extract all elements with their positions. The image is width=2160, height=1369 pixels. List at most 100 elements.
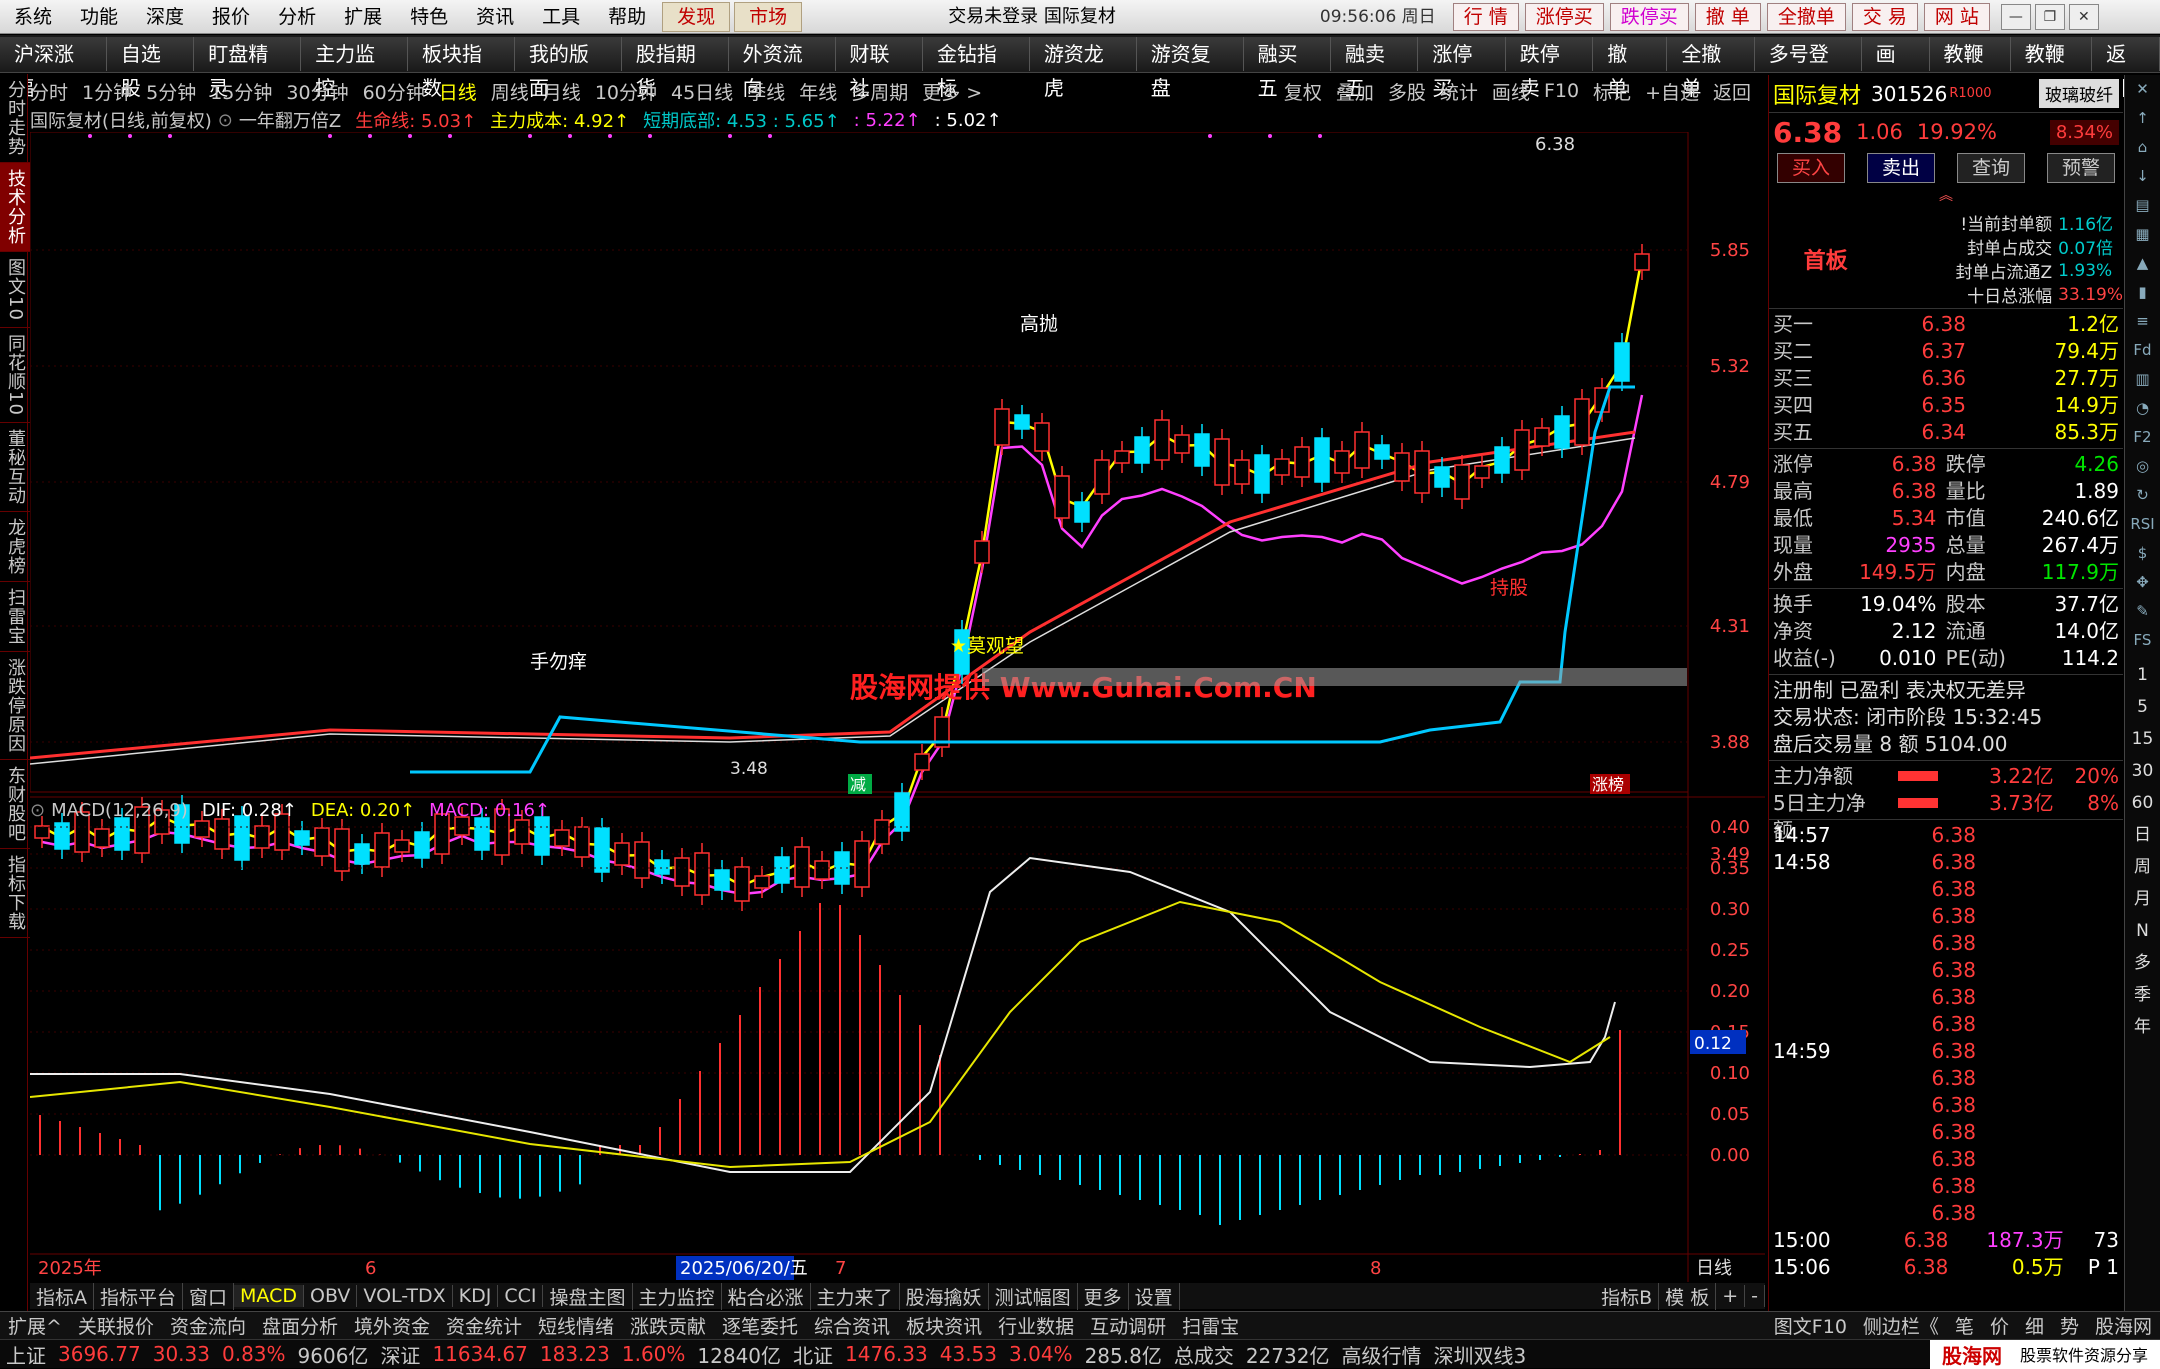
period-shortcut[interactable]: 5 — [2125, 693, 2160, 725]
minimize-icon[interactable]: — — [2000, 3, 2031, 30]
toolbar-button[interactable]: 金钻指标 — [922, 36, 1030, 100]
period-tab[interactable]: 45日线 — [671, 78, 733, 105]
chart-tool[interactable]: 复权 — [1284, 78, 1322, 105]
down-icon[interactable]: ↓ — [2125, 162, 2160, 191]
indicator-tab[interactable]: KDJ — [453, 1285, 499, 1307]
menu-item[interactable]: 深度 — [132, 0, 198, 34]
function-tab[interactable]: 资金流向 — [162, 1312, 254, 1339]
indicator-tab[interactable]: 主力监控 — [633, 1282, 722, 1310]
left-tab[interactable]: 龙虎榜 — [0, 512, 30, 582]
menu-item[interactable]: 系统 — [0, 0, 66, 34]
function-tab[interactable]: 涨跌贡献 — [622, 1312, 714, 1339]
left-tab[interactable]: 涨跌停原因 — [0, 652, 30, 760]
period-tab[interactable]: 分时 — [30, 78, 68, 105]
period-tab[interactable]: 周线 — [491, 78, 529, 105]
pen-icon[interactable]: ✎ — [2125, 597, 2160, 626]
toolbar-button[interactable]: 多号登录 — [1754, 36, 1862, 100]
period-shortcut[interactable]: 15 — [2125, 725, 2160, 757]
action-button[interactable]: 查询 — [1956, 153, 2025, 183]
quick-button[interactable]: 网 站 — [1923, 2, 1990, 31]
period-tab[interactable]: 15分钟 — [210, 78, 272, 105]
toolbar-button[interactable]: 涨停买 — [1418, 36, 1506, 100]
period-shortcut[interactable]: 周 — [2125, 853, 2160, 885]
quick-button[interactable]: 涨停买 — [1524, 2, 1604, 31]
function-tab[interactable]: 板块资讯 — [898, 1312, 990, 1339]
toolbar-button[interactable]: 画线 — [1861, 36, 1930, 100]
left-tab[interactable]: 图文10 — [0, 252, 30, 328]
period-shortcut[interactable]: 季 — [2125, 981, 2160, 1013]
pie-icon[interactable]: ◔ — [2125, 394, 2160, 423]
period-shortcut[interactable]: 月 — [2125, 885, 2160, 917]
chart-tool[interactable]: 叠加 — [1336, 78, 1374, 105]
bars-icon[interactable]: ▮ — [2125, 278, 2160, 307]
indicator-tab-right[interactable]: + — [1716, 1285, 1746, 1307]
indicator-tab[interactable]: OBV — [304, 1285, 358, 1307]
indicator-tab-right[interactable]: - — [1745, 1285, 1765, 1307]
toolbar-button[interactable]: 我的版面 — [514, 36, 622, 100]
toolbar-button[interactable]: 融买五 — [1243, 36, 1331, 100]
indicator-tab-right[interactable]: 指标B — [1595, 1282, 1660, 1310]
left-tab[interactable]: 扫雷宝 — [0, 582, 30, 652]
left-tab[interactable]: 指标下载 — [0, 849, 30, 938]
toolbar-button[interactable]: 跌停卖 — [1505, 36, 1594, 100]
close-icon[interactable]: ✕ — [2125, 75, 2160, 104]
period-tab[interactable]: 日线 — [439, 78, 477, 105]
action-button[interactable]: 买入 — [1777, 153, 1846, 183]
function-tab-right[interactable]: 股海网 — [2087, 1312, 2160, 1339]
period-shortcut[interactable]: 日 — [2125, 821, 2160, 853]
dropdown-icon[interactable]: ⊙ — [30, 800, 45, 821]
action-button[interactable]: 卖出 — [1866, 153, 1935, 183]
toolbar-button[interactable]: 返回 — [2092, 36, 2160, 100]
chart-tool[interactable]: F10 — [1544, 80, 1579, 102]
period-tab[interactable]: 10分钟 — [595, 78, 657, 105]
function-tab-right[interactable]: 价 — [1982, 1312, 2017, 1339]
dropdown-icon[interactable]: ⊙ — [218, 110, 233, 131]
quick-button[interactable]: 交 易 — [1851, 2, 1918, 31]
toolbar-button[interactable]: 主力监控 — [301, 36, 409, 100]
rsi-icon[interactable]: RSI — [2125, 510, 2160, 539]
toolbar-button[interactable]: 外资流向 — [728, 36, 836, 100]
function-tab[interactable]: 逐笔委托 — [714, 1312, 806, 1339]
indicator-tab[interactable]: 更多 — [1078, 1282, 1129, 1310]
chart-icon[interactable]: ▲ — [2125, 249, 2160, 278]
toolbar-button[interactable]: 沪深涨幅 — [0, 36, 107, 100]
circle-icon[interactable]: ◎ — [2125, 452, 2160, 481]
function-tab-right[interactable]: 细 — [2017, 1312, 2052, 1339]
period-tab[interactable]: 60分钟 — [363, 78, 425, 105]
menu-highlight[interactable]: 市场 — [734, 1, 803, 32]
period-shortcut[interactable]: 60 — [2125, 789, 2160, 821]
left-tab[interactable]: 分时走势 — [0, 74, 30, 163]
indicator-tab[interactable]: VOL-TDX — [357, 1285, 453, 1307]
toolbar-button[interactable]: 板块指数 — [408, 36, 515, 100]
indicator-tab-right[interactable]: 模 板 — [1659, 1282, 1717, 1310]
toolbar-button[interactable]: 财联社 — [835, 36, 923, 100]
quick-button[interactable]: 行 情 — [1452, 2, 1519, 31]
chart-tool[interactable]: 统计 — [1440, 78, 1478, 105]
sector-name[interactable]: 玻璃玻纤 — [2039, 79, 2119, 108]
period-tab[interactable]: 年线 — [799, 78, 837, 105]
indicator-tab[interactable]: 设置 — [1129, 1282, 1180, 1310]
toolbar-button[interactable]: 教鞭A — [1929, 36, 2011, 100]
fs-icon[interactable]: FS — [2125, 626, 2160, 655]
toolbar-button[interactable]: 游资复盘 — [1136, 36, 1244, 100]
indicator-tab[interactable]: CCI — [498, 1285, 544, 1307]
indicator-tab[interactable]: 指标平台 — [94, 1282, 184, 1310]
period-tab[interactable]: 30分钟 — [286, 78, 348, 105]
indicator-tab[interactable]: MACD — [234, 1285, 304, 1307]
indicator-tab[interactable]: 测试幅图 — [989, 1282, 1078, 1310]
quick-button[interactable]: 全撤单 — [1766, 2, 1846, 31]
function-tab-right[interactable]: 势 — [2052, 1312, 2087, 1339]
chart-tool[interactable]: 返回 — [1713, 78, 1751, 105]
toolbar-button[interactable]: 盯盘精灵 — [194, 36, 302, 100]
indicator-tab[interactable]: 股海擒妖 — [900, 1282, 989, 1310]
function-tab[interactable]: 扫雷宝 — [1174, 1312, 1247, 1339]
function-tab[interactable]: 综合资讯 — [806, 1312, 898, 1339]
menu-item[interactable]: 特色 — [396, 0, 462, 34]
indicator-tab[interactable]: 指标A — [30, 1282, 94, 1310]
function-tab-right[interactable]: 笔 — [1947, 1312, 1982, 1339]
chart-tool[interactable]: 画线 — [1492, 78, 1530, 105]
restore-icon[interactable]: ❐ — [2034, 3, 2065, 30]
function-tab[interactable]: 行业数据 — [990, 1312, 1082, 1339]
indicator-tab[interactable]: 粘合必涨 — [722, 1282, 811, 1310]
left-tab[interactable]: 董秘互动 — [0, 423, 30, 512]
